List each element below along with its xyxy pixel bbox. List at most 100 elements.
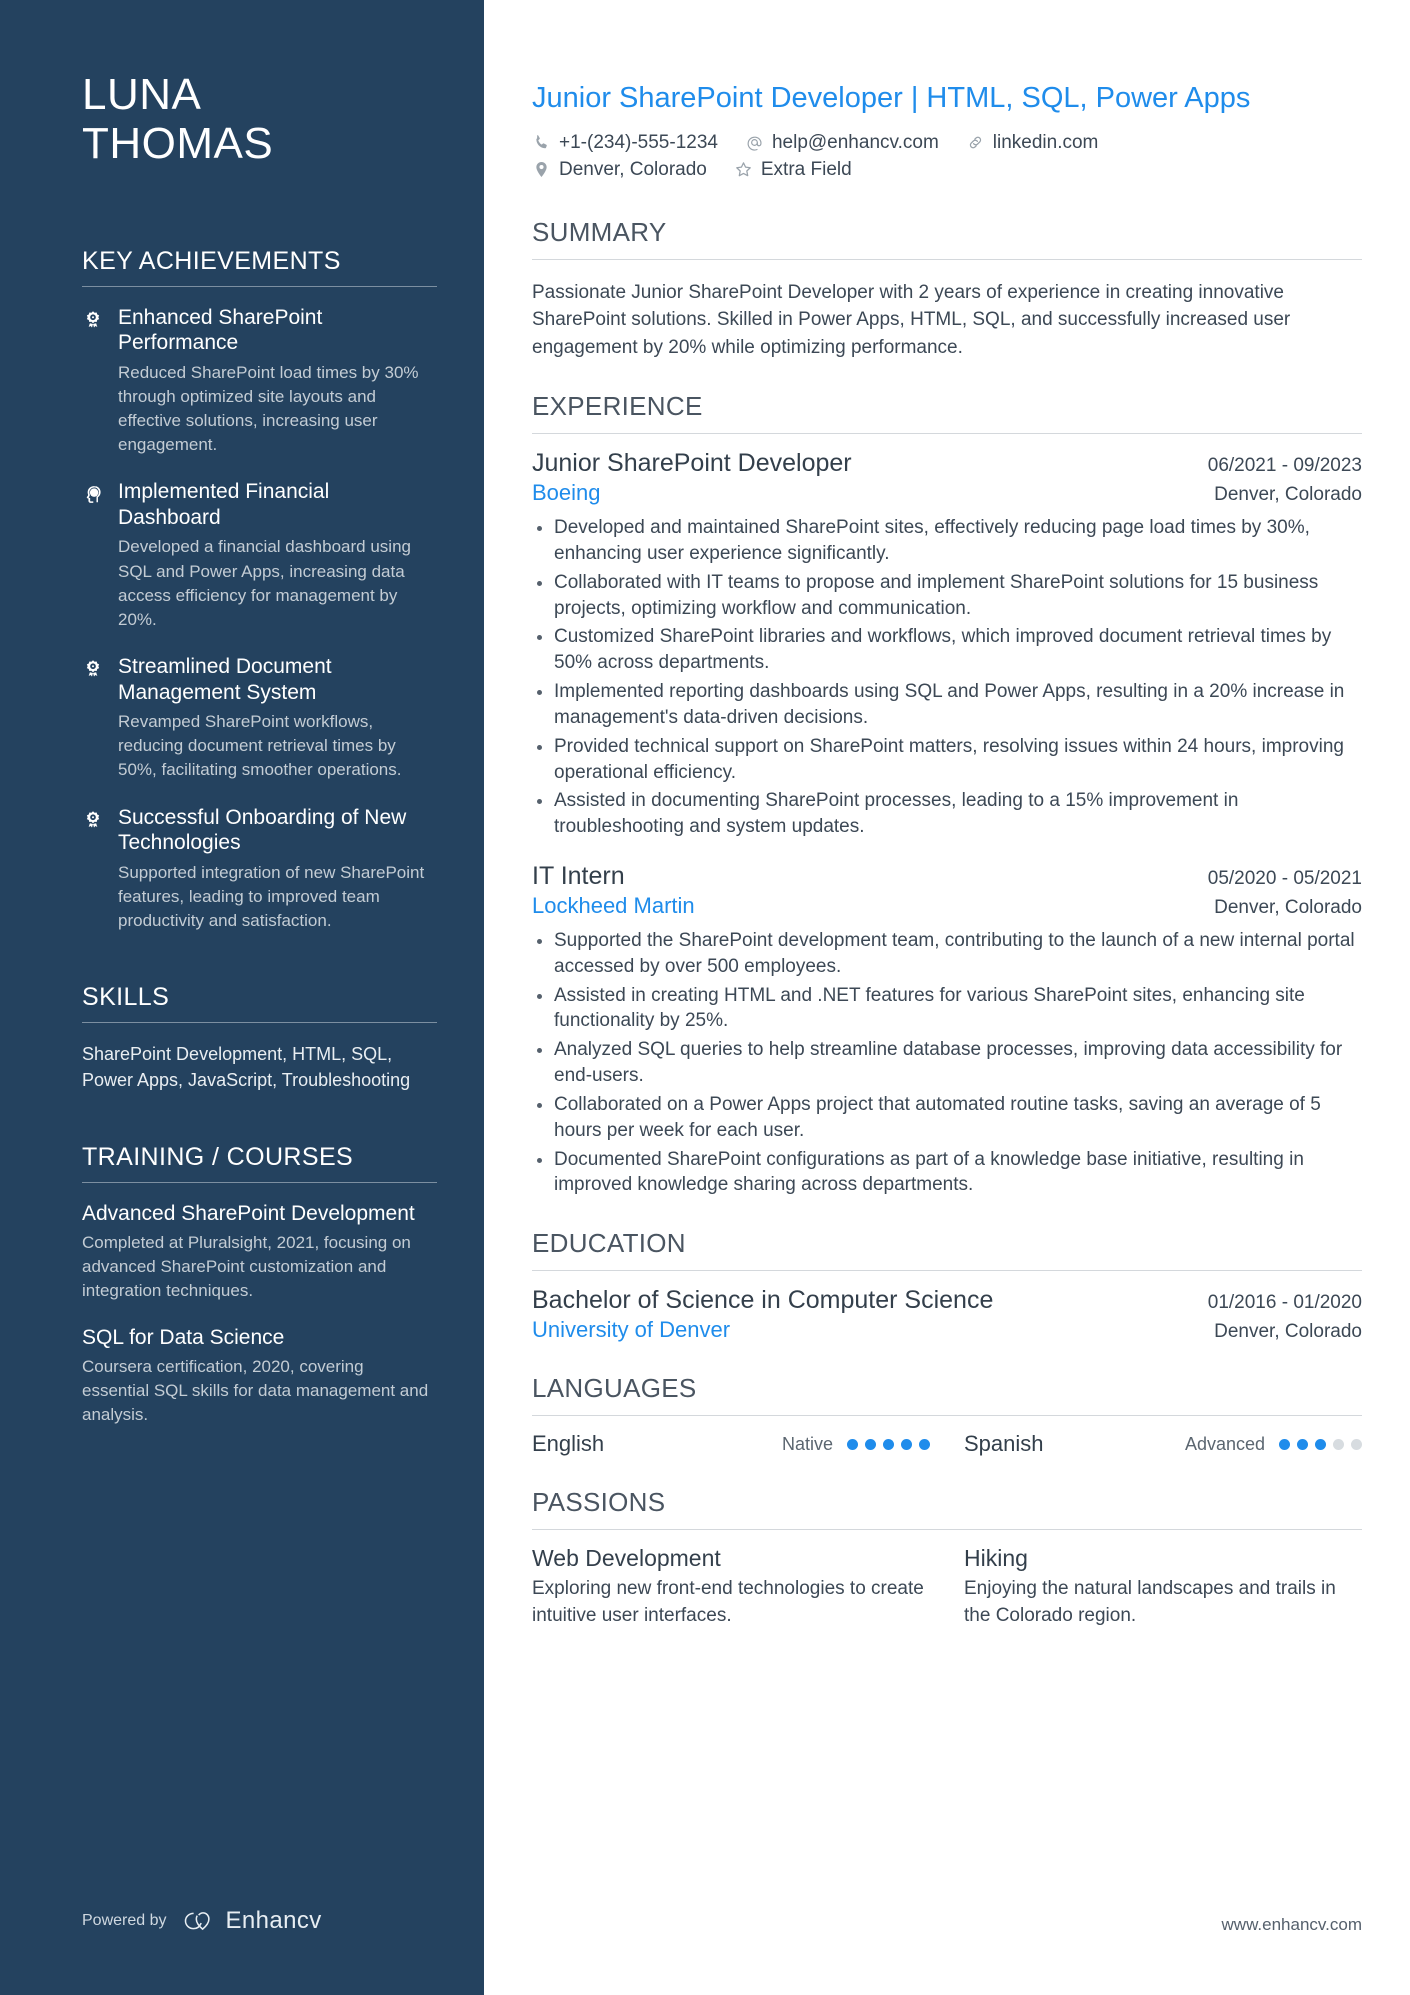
achievement-item: Implemented Financial Dashboard Develope… (82, 479, 429, 632)
section-education: EDUCATION Bachelor of Science in Compute… (532, 1228, 1362, 1343)
first-name: LUNA (82, 70, 202, 119)
rating-dot (919, 1438, 930, 1450)
divider (82, 1022, 437, 1024)
divider (532, 258, 1362, 260)
education-school[interactable]: University of Denver (532, 1317, 730, 1343)
section-summary: SUMMARY Passionate Junior SharePoint Dev… (532, 217, 1362, 361)
contact-phone[interactable]: +1-(234)-555-1234 (532, 132, 718, 154)
contact-location-text: Denver, Colorado (559, 158, 707, 180)
passion-title: Web Development (532, 1545, 721, 1572)
job-bullet-list: Developed and maintained SharePoint site… (532, 515, 1362, 840)
star-icon (734, 160, 753, 179)
achievement-item: Enhanced SharePoint Performance Reduced … (82, 305, 429, 458)
idea-head-icon (82, 479, 104, 506)
experience-item: IT Intern 05/2020 - 05/2021 Lockheed Mar… (532, 862, 1362, 1198)
course-title: SQL for Data Science (82, 1326, 285, 1350)
contact-info: +1-(234)-555-1234 help@enhancv.com linke… (532, 132, 1362, 181)
section-experience: EXPERIENCE Junior SharePoint Developer 0… (532, 391, 1362, 1198)
section-passions: PASSIONS Web Development Exploring new f… (532, 1487, 1362, 1628)
rating-dot (847, 1438, 858, 1450)
contact-row-2: Denver, Colorado Extra Field (532, 159, 1362, 181)
key-achievements-heading: KEY ACHIEVEMENTS (82, 246, 341, 275)
job-bullet: Implemented reporting dashboards using S… (532, 679, 1362, 731)
language-level: Advanced (1184, 1433, 1265, 1454)
candidate-name: LUNA THOMAS (82, 70, 429, 169)
job-bullet: Supported the SharePoint development tea… (532, 928, 1362, 980)
passion-item: Web Development Exploring new front-end … (532, 1545, 930, 1628)
resume-page: LUNA THOMAS KEY ACHIEVEMENTS Enhanced Sh… (0, 0, 1410, 1995)
phone-icon (532, 133, 551, 152)
course-description: Completed at Pluralsight, 2021, focusing… (82, 1232, 411, 1301)
contact-extra-field[interactable]: Extra Field (734, 159, 852, 181)
experience-item: Junior SharePoint Developer 06/2021 - 09… (532, 449, 1362, 840)
rating-dot (1279, 1438, 1290, 1450)
job-location: Denver, Colorado (1214, 484, 1362, 506)
job-dates: 06/2021 - 09/2023 (1207, 455, 1362, 477)
job-bullet: Customized SharePoint libraries and work… (532, 624, 1362, 676)
course-item: SQL for Data Science Coursera certificat… (82, 1325, 429, 1427)
contact-email-text: help@enhancv.com (771, 131, 939, 153)
job-company[interactable]: Boeing (532, 480, 601, 506)
achievement-item: Streamlined Document Management System R… (82, 654, 429, 783)
language-name: English (532, 1431, 605, 1457)
achievement-description: Revamped SharePoint workflows, reducing … (118, 712, 402, 780)
job-bullet: Collaborated with IT teams to propose an… (532, 570, 1362, 622)
brand-name: Enhancv (225, 1907, 322, 1934)
training-heading: TRAINING / COURSES (82, 1143, 354, 1172)
job-dates: 05/2020 - 05/2021 (1207, 868, 1362, 889)
footer-url: www.enhancv.com (1221, 1915, 1362, 1934)
achievement-title: Successful Onboarding of New Technologie… (118, 805, 407, 855)
divider (532, 433, 1362, 435)
course-title: Advanced SharePoint Development (82, 1202, 415, 1226)
divider (82, 285, 437, 287)
course-item: Advanced SharePoint Development Complete… (82, 1201, 429, 1303)
language-item: Spanish Advanced (964, 1431, 1362, 1457)
email-at-icon (745, 133, 764, 152)
main-content: Junior SharePoint Developer | HTML, SQL,… (484, 0, 1410, 1995)
passion-title: Hiking (964, 1545, 1028, 1572)
education-dates: 01/2016 - 01/2020 (1207, 1292, 1362, 1314)
rating-dot (1333, 1438, 1344, 1450)
contact-email[interactable]: help@enhancv.com (745, 132, 939, 154)
achievement-title: Streamlined Document Management System (118, 654, 332, 704)
achievement-title: Implemented Financial Dashboard (118, 480, 330, 529)
divider (532, 1270, 1362, 1272)
summary-text: Passionate Junior SharePoint Developer w… (532, 281, 1291, 358)
job-bullet: Documented SharePoint configurations as … (532, 1147, 1362, 1199)
skills-list: SharePoint Development, HTML, SQL, Power… (82, 1044, 411, 1091)
rating-dot (1351, 1438, 1362, 1450)
rating-dot (1315, 1438, 1326, 1450)
contact-location[interactable]: Denver, Colorado (532, 159, 707, 181)
job-bullet-list: Supported the SharePoint development tea… (532, 928, 1362, 1198)
sidebar: LUNA THOMAS KEY ACHIEVEMENTS Enhanced Sh… (0, 0, 484, 1995)
job-bullet: Assisted in creating HTML and .NET featu… (532, 983, 1362, 1035)
job-bullet: Provided technical support on SharePoint… (532, 734, 1362, 786)
job-bullet: Collaborated on a Power Apps project tha… (532, 1092, 1362, 1144)
contact-linkedin[interactable]: linkedin.com (966, 132, 1098, 154)
job-company[interactable]: Lockheed Martin (532, 893, 695, 919)
course-description: Coursera certification, 2020, covering e… (82, 1356, 429, 1425)
summary-heading: SUMMARY (532, 216, 667, 247)
divider (532, 1415, 1362, 1417)
job-location: Denver, Colorado (1214, 897, 1362, 918)
enhancv-logo: Enhancv (181, 1907, 322, 1935)
contact-phone-text: +1-(234)-555-1234 (559, 131, 718, 153)
section-training-courses: TRAINING / COURSES Advanced SharePoint D… (82, 1143, 437, 1427)
rating-dot (1297, 1438, 1308, 1450)
contact-row-1: +1-(234)-555-1234 help@enhancv.com linke… (532, 132, 1362, 154)
language-item: English Native (532, 1431, 930, 1457)
passions-heading: PASSIONS (532, 1487, 666, 1518)
passion-description: Enjoying the natural landscapes and trai… (964, 1578, 1336, 1626)
job-title: IT Intern (532, 862, 625, 890)
education-item: Bachelor of Science in Computer Science … (532, 1286, 1362, 1343)
achievement-description: Supported integration of new SharePoint … (118, 862, 425, 931)
education-degree: Bachelor of Science in Computer Science (532, 1286, 994, 1315)
divider (532, 1529, 1362, 1531)
section-skills: SKILLS SharePoint Development, HTML, SQL… (82, 983, 437, 1093)
language-rating-dots (1279, 1438, 1362, 1450)
job-bullet: Developed and maintained SharePoint site… (532, 515, 1362, 567)
powered-by-label: Powered by (82, 1912, 167, 1929)
language-level: Native (781, 1433, 833, 1454)
passion-item: Hiking Enjoying the natural landscapes a… (964, 1545, 1362, 1628)
contact-extra-field-text: Extra Field (760, 158, 852, 180)
